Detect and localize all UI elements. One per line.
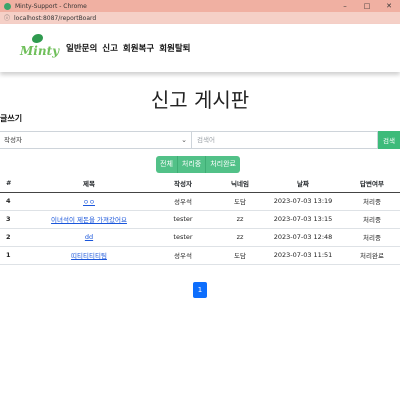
chevron-down-icon: ⌄ (181, 136, 187, 144)
row-author: tester (148, 228, 218, 247)
maximize-icon[interactable]: □ (356, 0, 378, 12)
filter-done-button[interactable]: 처리완료 (206, 156, 240, 173)
page-button-1[interactable]: 1 (193, 282, 207, 298)
address-bar[interactable]: ⓘ localhost:8087/reportBoard (0, 12, 400, 24)
filter-processing-button[interactable]: 처리중 (177, 156, 207, 173)
row-nickname: 도담 (218, 192, 262, 211)
filter-all-button[interactable]: 전체 (156, 156, 178, 173)
post-title-link[interactable]: 이녀석이 제돈을 가져갔어요 (51, 216, 127, 224)
post-title-link[interactable]: 띠티티티티팀 (71, 252, 107, 260)
app-icon (4, 2, 11, 10)
report-table: # 제목 작성자 닉네임 날짜 답변여부 4 ㅇㅇ 성우석 도담 2023-07… (0, 174, 400, 265)
table-row: 3 이녀석이 제돈을 가져갔어요 tester zz 2023-07-03 13… (0, 210, 400, 229)
status-filter-group: 전체 처리중 처리완료 (156, 156, 240, 173)
header-nickname: 닉네임 (218, 174, 262, 193)
info-icon[interactable]: ⓘ (4, 15, 11, 22)
row-date: 2023-07-03 12:48 (262, 228, 344, 247)
nav-link-restore[interactable]: 회원복구 (123, 42, 154, 54)
search-type-select[interactable]: 작성자 ⌄ (0, 131, 192, 149)
pagination: 1 (193, 277, 207, 298)
window-controls: – □ ✕ (334, 0, 400, 12)
write-link[interactable]: 글쓰기 (0, 113, 22, 124)
nav-links: 일반문의 신고 회원복구 회원탈퇴 (66, 42, 195, 54)
table-row: 2 dd tester zz 2023-07-03 12:48 처리중 (0, 228, 400, 247)
nav-link-inquiry[interactable]: 일반문의 (66, 42, 97, 54)
row-nickname: zz (218, 228, 262, 247)
row-author: 성우석 (148, 192, 218, 211)
row-author: 성우석 (148, 246, 218, 265)
table-row: 1 띠티티티티팀 성우석 도담 2023-07-03 11:51 처리완료 (0, 246, 400, 265)
header-title: 제목 (30, 174, 148, 193)
row-status: 처리중 (344, 192, 400, 211)
header-date: 날짜 (262, 174, 344, 193)
leaf-icon (32, 34, 43, 43)
minimize-icon[interactable]: – (334, 0, 356, 12)
nav-link-withdraw[interactable]: 회원탈퇴 (159, 42, 190, 54)
page-title: 신고 게시판 (150, 88, 250, 112)
header-number: # (0, 174, 30, 193)
search-input[interactable] (192, 131, 378, 149)
row-number: 1 (0, 246, 30, 265)
search-bar: 작성자 ⌄ 검색 (0, 131, 400, 149)
row-number: 2 (0, 228, 30, 247)
table-row: 4 ㅇㅇ 성우석 도담 2023-07-03 13:19 처리중 (0, 192, 400, 211)
nav-link-report[interactable]: 신고 (102, 42, 118, 54)
browser-titlebar: Minty-Support - Chrome – □ ✕ (0, 0, 400, 12)
row-nickname: zz (218, 210, 262, 229)
header-status: 답변여부 (344, 174, 400, 193)
search-button[interactable]: 검색 (378, 131, 400, 149)
site-logo[interactable]: Minty (20, 33, 60, 63)
row-date: 2023-07-03 13:19 (262, 192, 344, 211)
post-title-link[interactable]: ㅇㅇ (83, 198, 95, 206)
row-number: 4 (0, 192, 30, 211)
table-header-row: # 제목 작성자 닉네임 날짜 답변여부 (0, 174, 400, 193)
window-title: Minty-Support - Chrome (15, 2, 87, 10)
row-date: 2023-07-03 11:51 (262, 246, 344, 265)
row-number: 3 (0, 210, 30, 229)
row-date: 2023-07-03 13:15 (262, 210, 344, 229)
url-text[interactable]: localhost:8087/reportBoard (14, 15, 96, 22)
row-status: 처리중 (344, 228, 400, 247)
row-nickname: 도담 (218, 246, 262, 265)
header-author: 작성자 (148, 174, 218, 193)
search-type-value: 작성자 (4, 136, 22, 144)
close-icon[interactable]: ✕ (378, 0, 400, 12)
post-title-link[interactable]: dd (85, 233, 93, 241)
logo-text: Minty (20, 44, 60, 58)
row-status: 처리완료 (344, 246, 400, 265)
row-status: 처리중 (344, 210, 400, 229)
site-navbar: Minty 일반문의 신고 회원복구 회원탈퇴 (0, 24, 400, 72)
row-author: tester (148, 210, 218, 229)
